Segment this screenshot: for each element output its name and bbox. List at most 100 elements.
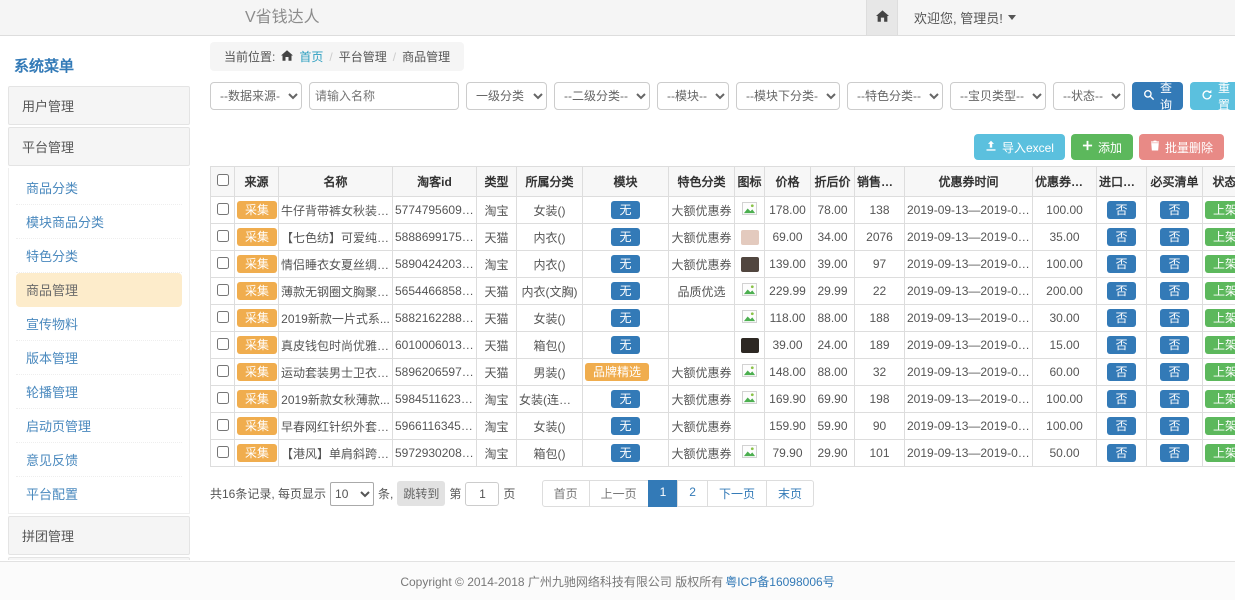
import-toggle-badge[interactable]: 否 — [1107, 282, 1135, 300]
status-badge[interactable]: 上架 — [1205, 282, 1235, 300]
product-name-cell: 薄款无钢圈文胸聚拢性... — [279, 278, 393, 305]
row-checkbox[interactable] — [217, 284, 229, 296]
sidebar-subitem[interactable]: 商品分类 — [16, 171, 182, 205]
jump-button[interactable]: 跳转到 — [397, 481, 445, 506]
filter-select[interactable]: --模块下分类-- — [736, 82, 840, 110]
filter-select[interactable]: --宝贝类型-- — [950, 82, 1046, 110]
search-button[interactable]: 查询 — [1132, 82, 1183, 110]
sidebar-subitem[interactable]: 意见反馈 — [16, 443, 182, 477]
sidebar-subitem[interactable]: 版本管理 — [16, 341, 182, 375]
import-toggle-badge[interactable]: 否 — [1107, 363, 1135, 381]
select-all-checkbox[interactable] — [217, 174, 229, 186]
must-buy-toggle-badge[interactable]: 否 — [1160, 309, 1188, 327]
coupon-time-cell: 2019-09-13—2019-09-15 — [905, 359, 1033, 386]
taoke-id-cell: 577479560965 — [393, 197, 477, 224]
type-cell: 淘宝 — [477, 440, 517, 467]
import-toggle-badge[interactable]: 否 — [1107, 228, 1135, 246]
import-toggle-badge[interactable]: 否 — [1107, 444, 1135, 462]
row-checkbox[interactable] — [217, 338, 229, 350]
must-buy-toggle-badge[interactable]: 否 — [1160, 336, 1188, 354]
filter-select[interactable]: 一级分类 — [466, 82, 547, 110]
must-buy-toggle-badge[interactable]: 否 — [1160, 228, 1188, 246]
filter-select[interactable]: --数据来源-- — [210, 82, 302, 110]
status-badge[interactable]: 上架 — [1205, 201, 1235, 219]
add-button[interactable]: 添加 — [1071, 134, 1133, 160]
page-button[interactable]: 下一页 — [707, 480, 767, 507]
sidebar-group[interactable]: 用户管理 — [8, 86, 190, 125]
page-number-input[interactable] — [465, 482, 499, 506]
sidebar-subitem[interactable]: 轮播管理 — [16, 375, 182, 409]
must-buy-cell: 否 — [1147, 332, 1203, 359]
price-cell: 229.99 — [765, 278, 811, 305]
row-checkbox[interactable] — [217, 392, 229, 404]
name-search-input[interactable] — [309, 82, 459, 110]
sidebar-subitem[interactable]: 平台配置 — [16, 477, 182, 510]
icp-link[interactable]: 粤ICP备16098006号 — [725, 573, 834, 590]
home-icon — [281, 50, 293, 64]
row-checkbox[interactable] — [217, 365, 229, 377]
sidebar-subitem[interactable]: 启动页管理 — [16, 409, 182, 443]
import-toggle-badge[interactable]: 否 — [1107, 201, 1135, 219]
sidebar-group[interactable]: 平台管理 — [8, 127, 190, 166]
filter-select[interactable]: --状态-- — [1053, 82, 1125, 110]
import-toggle-badge[interactable]: 否 — [1107, 390, 1135, 408]
row-checkbox[interactable] — [217, 419, 229, 431]
row-checkbox[interactable] — [217, 230, 229, 242]
status-badge[interactable]: 上架 — [1205, 336, 1235, 354]
row-checkbox[interactable] — [217, 311, 229, 323]
must-buy-toggle-badge[interactable]: 否 — [1160, 282, 1188, 300]
batch-delete-button[interactable]: 批量删除 — [1139, 134, 1224, 160]
must-buy-toggle-badge[interactable]: 否 — [1160, 390, 1188, 408]
sidebar-group[interactable]: 省惠快报 — [8, 557, 190, 560]
import-toggle-badge[interactable]: 否 — [1107, 255, 1135, 273]
upload-icon — [985, 140, 997, 155]
page-button[interactable]: 上一页 — [589, 480, 649, 507]
page-button[interactable]: 首页 — [542, 480, 590, 507]
discount-price-cell: 34.00 — [811, 224, 855, 251]
status-badge[interactable]: 上架 — [1205, 417, 1235, 435]
must-buy-toggle-badge[interactable]: 否 — [1160, 363, 1188, 381]
page-button[interactable]: 1 — [648, 480, 679, 507]
filter-select[interactable]: --模块-- — [657, 82, 729, 110]
page-size-select[interactable]: 10 — [330, 482, 374, 506]
type-cell: 天猫 — [477, 359, 517, 386]
row-checkbox[interactable] — [217, 203, 229, 215]
must-buy-toggle-badge[interactable]: 否 — [1160, 255, 1188, 273]
row-checkbox[interactable] — [217, 257, 229, 269]
must-buy-toggle-badge[interactable]: 否 — [1160, 201, 1188, 219]
sidebar-group[interactable]: 拼团管理 — [8, 516, 190, 555]
import-toggle-badge[interactable]: 否 — [1107, 417, 1135, 435]
breadcrumb-home-link[interactable]: 首页 — [299, 48, 323, 65]
coupon-amount-cell: 100.00 — [1033, 386, 1097, 413]
product-name-cell: 2019新款一片式系... — [279, 305, 393, 332]
status-badge[interactable]: 上架 — [1205, 228, 1235, 246]
sidebar-subitem[interactable]: 商品管理 — [16, 273, 182, 307]
status-badge[interactable]: 上架 — [1205, 363, 1235, 381]
status-badge[interactable]: 上架 — [1205, 255, 1235, 273]
must-buy-cell: 否 — [1147, 413, 1203, 440]
page-button[interactable]: 2 — [677, 480, 708, 507]
import-toggle-badge[interactable]: 否 — [1107, 309, 1135, 327]
sidebar-subitem[interactable]: 宣传物料 — [16, 307, 182, 341]
feature-cell: 大额优惠券 — [669, 359, 735, 386]
status-badge[interactable]: 上架 — [1205, 390, 1235, 408]
page-button[interactable]: 末页 — [766, 480, 814, 507]
reset-button[interactable]: 重置 — [1190, 82, 1235, 110]
filter-select[interactable]: --特色分类-- — [847, 82, 943, 110]
status-badge[interactable]: 上架 — [1205, 309, 1235, 327]
feature-cell — [669, 332, 735, 359]
sidebar-subitem[interactable]: 模块商品分类 — [16, 205, 182, 239]
row-checkbox[interactable] — [217, 446, 229, 458]
home-button[interactable] — [866, 0, 898, 35]
status-badge[interactable]: 上架 — [1205, 444, 1235, 462]
sidebar-subitem[interactable]: 特色分类 — [16, 239, 182, 273]
price-cell: 178.00 — [765, 197, 811, 224]
filter-select[interactable]: --二级分类-- — [554, 82, 650, 110]
import-excel-button[interactable]: 导入excel — [974, 134, 1065, 160]
import-flag-cell: 否 — [1097, 224, 1147, 251]
must-buy-toggle-badge[interactable]: 否 — [1160, 444, 1188, 462]
coupon-time-cell: 2019-09-13—2019-09-17 — [905, 197, 1033, 224]
import-toggle-badge[interactable]: 否 — [1107, 336, 1135, 354]
user-menu[interactable]: 欢迎您, 管理员! — [914, 8, 1016, 27]
must-buy-toggle-badge[interactable]: 否 — [1160, 417, 1188, 435]
